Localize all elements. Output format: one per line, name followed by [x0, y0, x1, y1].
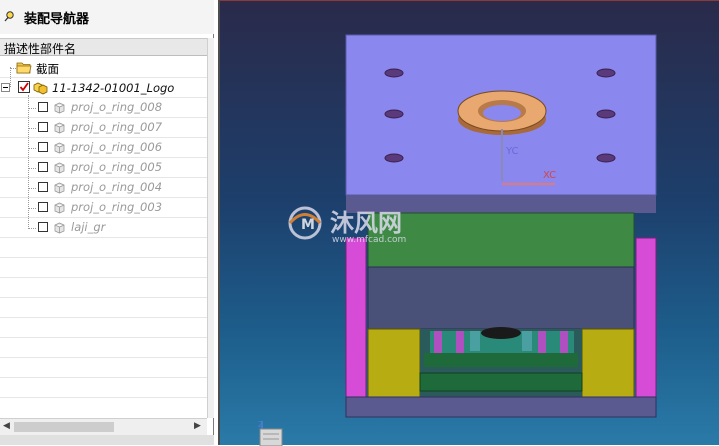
component-icon: [54, 182, 65, 194]
watermark-url: www.mfcad.com: [332, 235, 406, 245]
vertical-scrollbar[interactable]: [207, 38, 214, 418]
tree-item-component[interactable]: proj_o_ring_007: [0, 118, 207, 138]
tree-item-component[interactable]: proj_o_ring_003: [0, 198, 207, 218]
empty-row: [0, 358, 207, 378]
cavity-plate: [367, 212, 635, 268]
ejector-area: [419, 327, 583, 397]
unchecked-checkbox[interactable]: [38, 162, 48, 172]
tree-item-component[interactable]: proj_o_ring_005: [0, 158, 207, 178]
tree-item-label: proj_o_ring_005: [71, 160, 163, 174]
empty-row: [0, 398, 207, 417]
svg-text:M: M: [301, 217, 315, 233]
watermark-logo-icon: M: [288, 206, 322, 240]
pin-icon[interactable]: [4, 10, 16, 22]
unchecked-checkbox[interactable]: [38, 102, 48, 112]
tree-item-root-assembly[interactable]: 11-1342-01001_Logo: [0, 78, 207, 98]
tree-item-label: 截面: [36, 62, 59, 76]
tree-item-label: proj_o_ring_006: [71, 140, 163, 154]
tree-item-label: proj_o_ring_007: [71, 120, 163, 134]
right-guide-pillar: [635, 237, 657, 399]
column-header[interactable]: 描述性部件名: [0, 38, 207, 56]
tree-item-component[interactable]: proj_o_ring_006: [0, 138, 207, 158]
scroll-right-icon[interactable]: ▶: [194, 421, 201, 431]
empty-row: [0, 378, 207, 398]
component-icon: [54, 142, 65, 154]
folder-icon: [16, 62, 32, 74]
graphics-viewport[interactable]: YC XC M 沐风网 www.mfcad.com Z: [218, 0, 719, 446]
component-icon: [54, 222, 65, 234]
left-support-block: [367, 328, 421, 398]
tree-item-label: laji_gr: [71, 220, 106, 234]
horizontal-scrollbar[interactable]: ◀ ▶: [0, 418, 207, 435]
tree-item-label: proj_o_ring_008: [71, 100, 163, 114]
component-icon: [54, 102, 65, 114]
empty-row: [0, 338, 207, 358]
assembly-tree: 截面 11-1342-01001_Logo proj_o_ring_008 pr…: [0, 57, 207, 417]
core-plate: [367, 266, 635, 330]
navigator-title: 装配导航器: [24, 12, 90, 27]
assembly-navigator-panel: 装配导航器 描述性部件名 截面 11-1342-01001_Logo proj_…: [0, 0, 214, 445]
empty-row: [0, 258, 207, 278]
tree-item-component[interactable]: proj_o_ring_004: [0, 178, 207, 198]
tree-item-component[interactable]: laji_gr: [0, 218, 207, 238]
unchecked-checkbox[interactable]: [38, 222, 48, 232]
component-icon: [54, 122, 65, 134]
axis-xc-label: XC: [543, 170, 556, 181]
right-support-block: [581, 328, 635, 398]
tree-item-label: proj_o_ring_004: [71, 180, 163, 194]
collapse-toggle-icon[interactable]: [1, 83, 10, 92]
tree-item-component[interactable]: proj_o_ring_008: [0, 98, 207, 118]
empty-row: [0, 318, 207, 338]
component-icon: [54, 202, 65, 214]
axis-yc-label: YC: [505, 146, 519, 157]
empty-row: [0, 238, 207, 258]
scrollbar-thumb[interactable]: [14, 422, 114, 432]
tree-item-section[interactable]: 截面: [0, 58, 207, 78]
scroll-left-icon[interactable]: ◀: [3, 421, 10, 431]
left-guide-pillar: [345, 237, 367, 399]
assembly-icon: [33, 82, 48, 95]
empty-row: [0, 298, 207, 318]
locating-ring: [457, 90, 547, 135]
navigator-title-bar: 装配导航器: [0, 0, 214, 34]
unchecked-checkbox[interactable]: [38, 142, 48, 152]
watermark-text: 沐风网: [330, 209, 402, 237]
panel-bottom-strip: [0, 435, 214, 445]
column-header-label: 描述性部件名: [4, 42, 77, 56]
checked-checkbox-icon[interactable]: [18, 81, 30, 93]
unchecked-checkbox[interactable]: [38, 182, 48, 192]
empty-row: [0, 278, 207, 298]
mold-assembly-model: YC XC M 沐风网 www.mfcad.com Z: [258, 34, 657, 446]
component-icon: [54, 162, 65, 174]
tree-item-label: proj_o_ring_003: [71, 200, 163, 214]
unchecked-checkbox[interactable]: [38, 122, 48, 132]
unchecked-checkbox[interactable]: [38, 202, 48, 212]
axis-z-label: Z: [258, 420, 264, 429]
tree-item-label: 11-1342-01001_Logo: [52, 81, 175, 95]
bottom-clamp-plate: [345, 396, 657, 418]
